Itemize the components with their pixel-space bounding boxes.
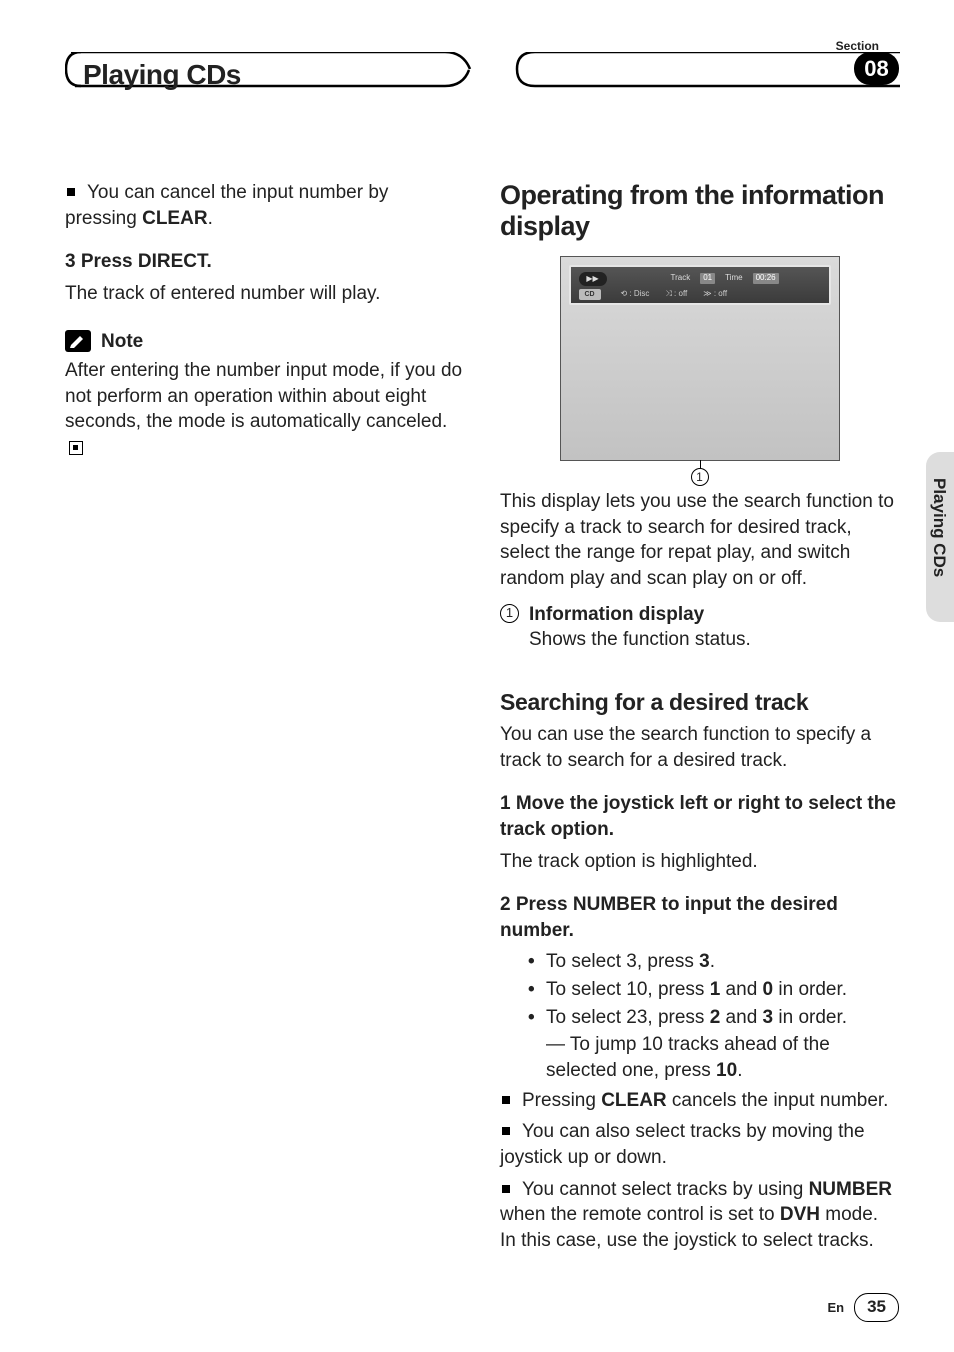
- end-of-section-icon: [69, 441, 83, 455]
- time-label: Time: [725, 273, 742, 284]
- callout-item-1: 1 Information display Shows the function…: [500, 602, 899, 653]
- note-heading-row: Note: [65, 329, 464, 355]
- step-1-heading: 1 Move the joystick left or right to sel…: [500, 791, 899, 842]
- left-column: You can cancel the input number by press…: [65, 180, 464, 1260]
- callout-leader-line: [700, 460, 701, 468]
- square-bullet-icon: [67, 188, 75, 196]
- pencil-note-icon: [65, 330, 91, 352]
- square-bullet-icon: [502, 1127, 510, 1135]
- callout-item-1-text: Information display Shows the function s…: [529, 602, 751, 653]
- sub-list-item: — To jump 10 tracks ahead of the selecte…: [546, 1032, 899, 1083]
- page-number-badge: 35: [854, 1293, 899, 1322]
- page-footer: En 35: [827, 1293, 899, 1322]
- right-column: Operating from the information display ▶…: [500, 180, 899, 1260]
- info-row-top: Track 01 Time 00:26: [671, 273, 821, 284]
- content-columns: You can cancel the input number by press…: [65, 180, 899, 1260]
- play-indicator-icon: ▶▶: [579, 272, 607, 286]
- list-item: To select 3, press 3.: [528, 949, 899, 975]
- section-number-badge: 08: [854, 52, 899, 85]
- footer-language: En: [827, 1299, 844, 1317]
- heading-searching-track: Searching for a desired track: [500, 687, 899, 718]
- track-value: 01: [700, 273, 715, 284]
- cd-badge: CD: [579, 289, 601, 300]
- step-2-bullet-list: To select 3, press 3. To select 10, pres…: [528, 949, 899, 1083]
- list-item: To select 23, press 2 and 3 in order. — …: [528, 1005, 899, 1084]
- time-value: 00:26: [753, 273, 779, 284]
- callout-item-1-body: Shows the function status.: [529, 627, 751, 653]
- bullet-joystick: You can also select tracks by moving the…: [500, 1119, 899, 1170]
- square-bullet-icon: [502, 1185, 510, 1193]
- bullet-cancel-input: You can cancel the input number by press…: [65, 180, 464, 231]
- bullet-number-dvh: You cannot select tracks by using NUMBER…: [500, 1177, 899, 1254]
- info-display-figure: ▶▶ CD Track 01 Time 00:26 ⟲ : Disc ⤨ : o…: [500, 256, 899, 461]
- circled-number-1-icon: 1: [500, 604, 519, 623]
- step-1-body: The track option is highlighted.: [500, 849, 899, 875]
- step-2-heading: 2 Press NUMBER to input the desired numb…: [500, 892, 899, 943]
- square-bullet-icon: [502, 1096, 510, 1104]
- info-display-bar: ▶▶ CD Track 01 Time 00:26 ⟲ : Disc ⤨ : o…: [569, 265, 831, 305]
- step-3-heading: 3 Press DIRECT.: [65, 249, 464, 275]
- scan-status: ≫ : off: [703, 289, 727, 300]
- shuffle-status: ⤨ : off: [665, 289, 687, 300]
- step-3-body: The track of entered number will play.: [65, 281, 464, 307]
- list-item: To select 10, press 1 and 0 in order.: [528, 977, 899, 1003]
- searching-intro: You can use the search function to speci…: [500, 722, 899, 773]
- info-row-bottom: ⟲ : Disc ⤨ : off ≫ : off: [621, 289, 821, 300]
- track-label: Track: [671, 273, 691, 284]
- info-display-screen: ▶▶ CD Track 01 Time 00:26 ⟲ : Disc ⤨ : o…: [560, 256, 840, 461]
- callout-number-1: 1: [691, 468, 709, 486]
- note-body: After entering the number input mode, if…: [65, 358, 464, 461]
- chapter-title: Playing CDs: [83, 56, 241, 94]
- page-header: Section Playing CDs 08: [65, 40, 899, 100]
- heading-operating-info-display: Operating from the information display: [500, 180, 899, 242]
- callout-item-1-label: Information display: [529, 602, 751, 628]
- info-display-intro: This display lets you use the search fun…: [500, 489, 899, 592]
- repeat-status: ⟲ : Disc: [621, 289, 650, 300]
- note-label: Note: [101, 329, 143, 355]
- side-thumb-tab-label: Playing CDs: [927, 478, 950, 577]
- bullet-clear: Pressing CLEAR cancels the input number.: [500, 1088, 899, 1114]
